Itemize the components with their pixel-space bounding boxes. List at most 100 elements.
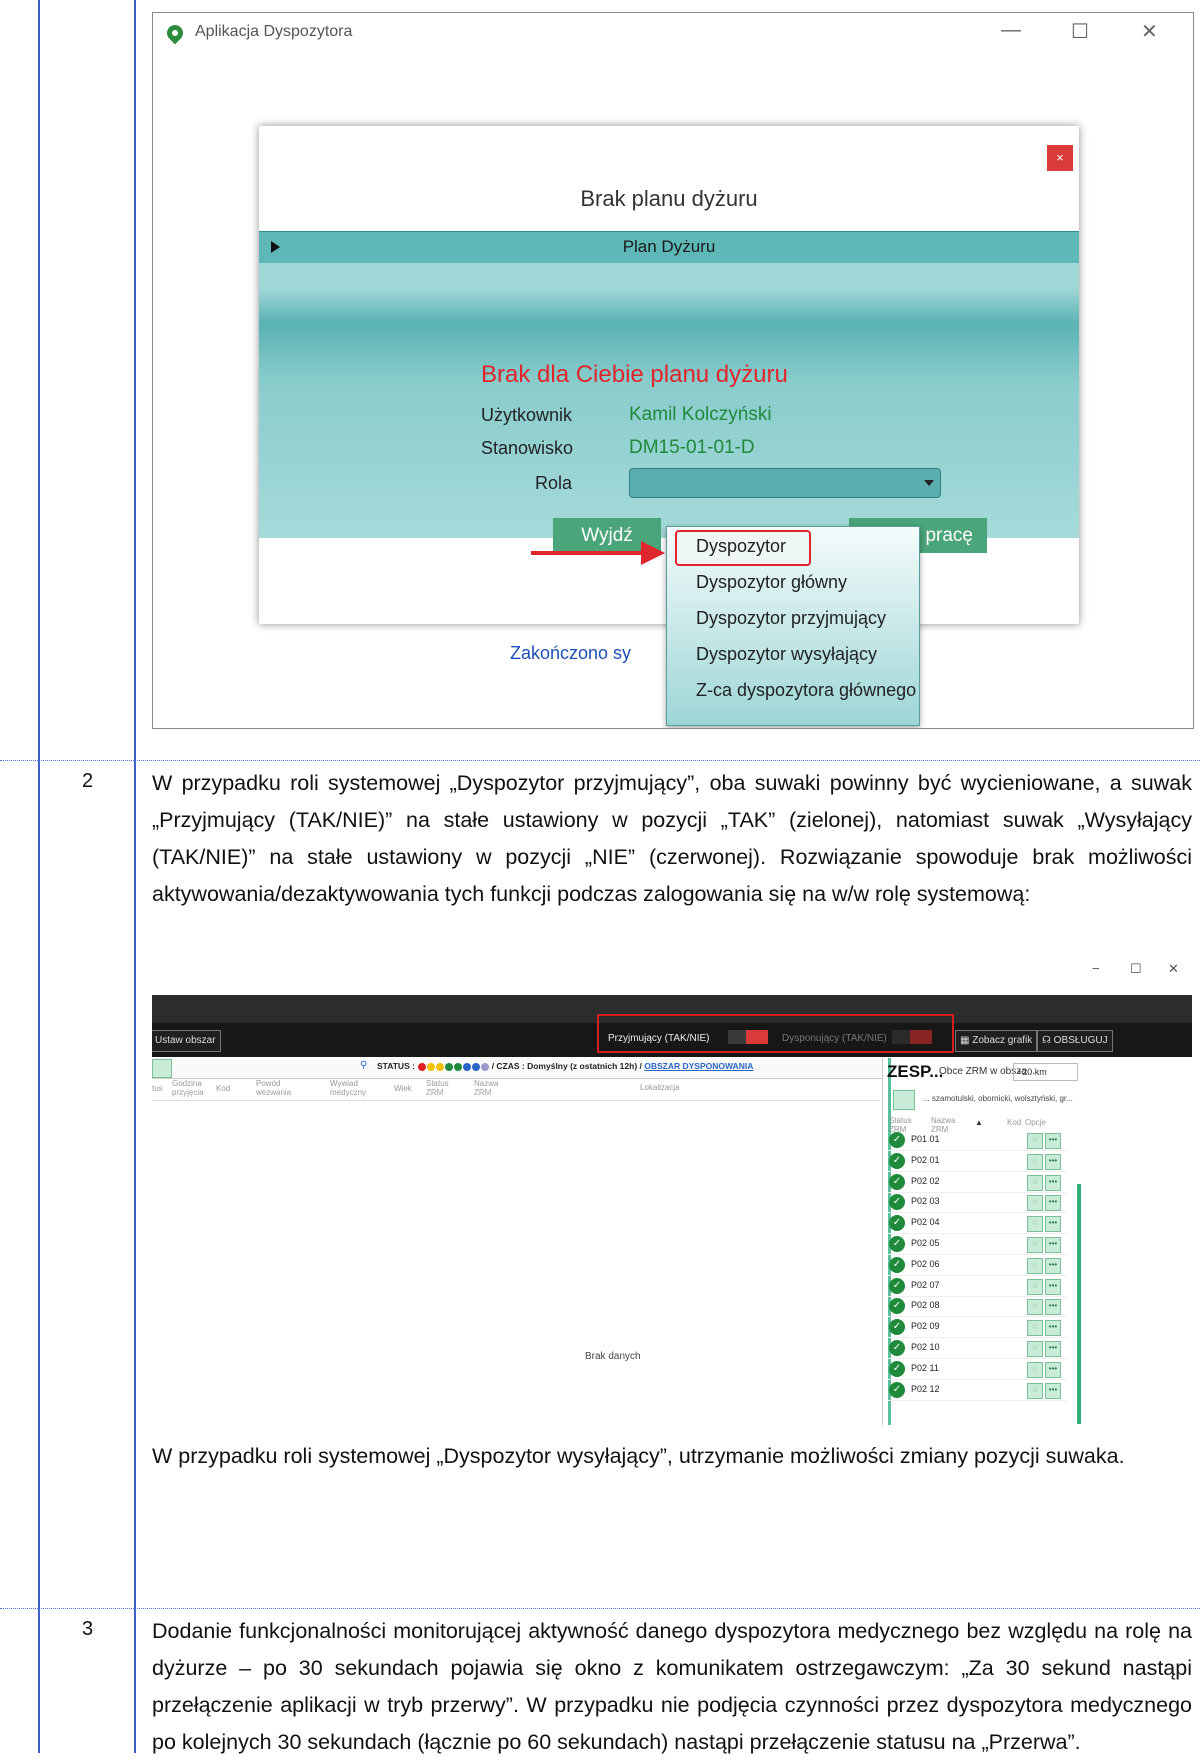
more-icon[interactable]: ••• bbox=[1045, 1174, 1061, 1191]
team-panel-title: ZESP... bbox=[887, 1062, 944, 1081]
column-header[interactable]: Powód wezwania bbox=[256, 1079, 296, 1097]
column-header[interactable]: Opcje bbox=[1025, 1118, 1046, 1127]
more-icon[interactable]: ••• bbox=[1045, 1299, 1061, 1316]
team-name: P02 09 bbox=[911, 1321, 940, 1332]
maximize-icon[interactable]: ☐ bbox=[1071, 19, 1089, 44]
check-icon: ✓ bbox=[889, 1256, 905, 1273]
column-header[interactable]: tus bbox=[152, 1084, 163, 1093]
screenshot-main-app: − ☐ ✕ Ustaw obszar Przyjmujący (TAK/NIE)… bbox=[152, 955, 1192, 1425]
column-header[interactable]: Lokalizacja bbox=[640, 1083, 680, 1092]
close-icon[interactable]: ✕ bbox=[1141, 19, 1158, 44]
minimize-icon[interactable]: − bbox=[1092, 961, 1100, 976]
target-icon[interactable]: ◌ bbox=[1027, 1174, 1043, 1191]
column-header[interactable]: Wiek bbox=[394, 1084, 412, 1093]
red-arrow-icon bbox=[641, 541, 665, 565]
team-row[interactable]: ✓ P02 04 ◌ ••• bbox=[887, 1213, 1077, 1235]
dispatching-toggle[interactable] bbox=[892, 1030, 932, 1044]
row-divider bbox=[887, 1399, 1067, 1401]
calendar-icon: ▦ bbox=[960, 1035, 973, 1046]
column-header[interactable]: Wywiad medyczny bbox=[330, 1079, 370, 1097]
dropdown-option[interactable]: Z-ca dyspozytora głównego bbox=[696, 680, 916, 701]
user-icon: ☊ bbox=[1042, 1035, 1054, 1046]
more-icon[interactable]: ••• bbox=[1045, 1382, 1061, 1399]
check-icon: ✓ bbox=[889, 1215, 905, 1232]
filter-icon[interactable] bbox=[152, 1059, 172, 1078]
column-header[interactable]: Status ZRM bbox=[426, 1079, 450, 1097]
dispatch-area-link[interactable]: OBSZAR DYSPONOWANIA bbox=[644, 1061, 753, 1071]
target-icon[interactable]: ◌ bbox=[1027, 1257, 1043, 1274]
filter-icon[interactable] bbox=[893, 1090, 915, 1110]
team-name: P02 10 bbox=[911, 1342, 940, 1352]
close-icon[interactable]: ✕ bbox=[1168, 961, 1179, 977]
maximize-icon[interactable]: ☐ bbox=[1130, 961, 1142, 977]
team-row[interactable]: ✓ P02 01 ◌ ••• bbox=[887, 1151, 1077, 1172]
dropdown-option[interactable]: Dyspozytor główny bbox=[696, 572, 847, 593]
minimize-icon[interactable]: — bbox=[1001, 19, 1021, 42]
table-border-mid bbox=[134, 0, 136, 1753]
status-link[interactable]: Zakończono sy bbox=[510, 643, 631, 664]
team-row[interactable]: ✓ P02 05 ◌ ••• bbox=[887, 1234, 1077, 1255]
column-header[interactable]: Nazwa ZRM bbox=[474, 1079, 498, 1097]
target-icon[interactable]: ◌ bbox=[1027, 1195, 1043, 1212]
dropdown-option[interactable]: Dyspozytor bbox=[696, 536, 786, 557]
receiving-toggle[interactable] bbox=[728, 1030, 768, 1044]
column-header[interactable]: Godzina przyjęcia bbox=[172, 1079, 206, 1097]
handle-button[interactable]: ☊ OBSŁUGUJ bbox=[1037, 1030, 1113, 1052]
team-row[interactable]: ✓ P02 03 ◌ ••• bbox=[887, 1192, 1077, 1214]
status-dot bbox=[418, 1062, 427, 1071]
check-icon: ✓ bbox=[889, 1277, 905, 1294]
target-icon[interactable]: ◌ bbox=[1027, 1153, 1043, 1170]
team-row[interactable]: ✓ P02 11 ◌ ••• bbox=[887, 1359, 1077, 1380]
panel-scroll-bar[interactable] bbox=[1077, 1184, 1081, 1424]
team-row[interactable]: ✓ P02 09 ◌ ••• bbox=[887, 1317, 1077, 1339]
more-icon[interactable]: ••• bbox=[1045, 1133, 1061, 1149]
column-header[interactable]: Kod bbox=[216, 1084, 230, 1093]
plan-accordion[interactable]: Plan Dyżuru bbox=[259, 231, 1079, 265]
target-icon[interactable]: ◌ bbox=[1027, 1278, 1043, 1295]
more-icon[interactable]: ••• bbox=[1045, 1278, 1061, 1295]
distance-select[interactable]: +20 km bbox=[1013, 1063, 1078, 1081]
areas-text: ... szamotulski, obornicki, wolsztyński,… bbox=[923, 1094, 1073, 1103]
more-icon[interactable]: ••• bbox=[1045, 1153, 1061, 1170]
team-row[interactable]: ✓ P01 01 ◌ ••• bbox=[887, 1130, 1077, 1151]
dropdown-option[interactable]: Dyspozytor przyjmujący bbox=[696, 608, 886, 629]
team-row[interactable]: ✓ P02 07 ◌ ••• bbox=[887, 1276, 1077, 1297]
receiving-toggle-label: Przyjmujący (TAK/NIE) bbox=[608, 1033, 710, 1044]
dropdown-option[interactable]: Dyspozytor wysyłający bbox=[696, 644, 877, 665]
status-bar: STATUS : / CZAS : Domyślny (z ostatnich … bbox=[377, 1061, 753, 1071]
target-icon[interactable]: ◌ bbox=[1027, 1341, 1043, 1357]
target-icon[interactable]: ◌ bbox=[1027, 1237, 1043, 1253]
more-icon[interactable]: ••• bbox=[1045, 1195, 1061, 1212]
row2-paragraph-1: W przypadku roli systemowej „Dyspozytor … bbox=[152, 771, 1192, 906]
dialog-close-button[interactable]: × bbox=[1047, 145, 1073, 171]
target-icon[interactable]: ◌ bbox=[1027, 1299, 1043, 1316]
table-border-left bbox=[38, 0, 40, 1753]
team-row[interactable]: ✓ P02 02 ◌ ••• bbox=[887, 1172, 1077, 1193]
role-select[interactable] bbox=[629, 468, 941, 498]
more-icon[interactable]: ••• bbox=[1045, 1237, 1061, 1253]
column-header[interactable]: Kod bbox=[1007, 1118, 1021, 1127]
team-row[interactable]: ✓ P02 06 ◌ ••• bbox=[887, 1255, 1077, 1276]
check-icon: ✓ bbox=[889, 1298, 905, 1315]
target-icon[interactable]: ◌ bbox=[1027, 1216, 1043, 1233]
target-icon[interactable]: ◌ bbox=[1027, 1361, 1043, 1378]
view-schedule-button[interactable]: ▦ Zobacz grafik bbox=[955, 1030, 1038, 1052]
view-schedule-label: Zobacz grafik bbox=[972, 1035, 1033, 1046]
team-name: P02 01 bbox=[911, 1154, 940, 1165]
more-icon[interactable]: ••• bbox=[1045, 1361, 1061, 1378]
team-row[interactable]: ✓ P02 08 ◌ ••• bbox=[887, 1296, 1077, 1318]
set-area-button[interactable]: Ustaw obszar bbox=[152, 1030, 221, 1052]
more-icon[interactable]: ••• bbox=[1045, 1341, 1061, 1357]
search-icon[interactable]: ⚲ bbox=[360, 1060, 367, 1071]
row-number: 2 bbox=[82, 770, 94, 792]
handle-label: OBSŁUGUJ bbox=[1053, 1035, 1108, 1046]
team-row[interactable]: ✓ P02 12 ◌ ••• bbox=[887, 1380, 1077, 1401]
more-icon[interactable]: ••• bbox=[1045, 1320, 1061, 1337]
more-icon[interactable]: ••• bbox=[1045, 1216, 1061, 1233]
more-icon[interactable]: ••• bbox=[1045, 1257, 1061, 1274]
target-icon[interactable]: ◌ bbox=[1027, 1320, 1043, 1337]
role-dropdown: Dyspozytor Dyspozytor główny Dyspozytor … bbox=[666, 526, 920, 726]
target-icon[interactable]: ◌ bbox=[1027, 1133, 1043, 1149]
target-icon[interactable]: ◌ bbox=[1027, 1382, 1043, 1399]
team-row[interactable]: ✓ P02 10 ◌ ••• bbox=[887, 1338, 1077, 1359]
